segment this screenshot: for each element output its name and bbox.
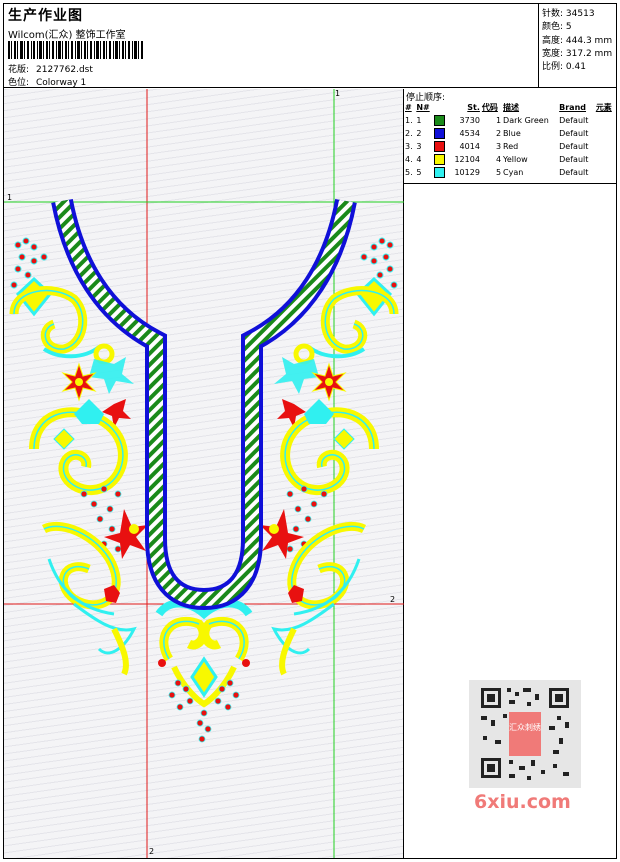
table-row: 3. 3 4014 3 Red Default [405,141,589,152]
table-header-row: # N# St. 代码 描述 Brand 元素 [405,103,612,112]
barcode [8,41,143,59]
embroidery-design [4,89,404,858]
left-motifs [9,237,148,676]
header-panel: 生产作业图 Wilcom(汇众) 整饰工作室 花版: 2127762.dst 色位… [4,4,539,88]
watermark-logo: 6xiu.com [474,791,571,813]
qr-logo-badge [509,712,541,756]
table-row: 2. 2 4534 2 Blue Default [405,128,589,139]
right-motifs [260,237,399,676]
design-file-row: 花版: 2127762.dst [8,65,93,75]
thread-table: # N# St. 代码 描述 Brand 元素 1. 1 3730 1 Dark Gre… [404,101,616,179]
color-swatch [434,141,446,152]
marker-h2-label: 2 [390,595,396,604]
design-file: 2127762.dst [36,65,93,75]
color-swatch [434,154,446,165]
color-swatch [434,128,446,139]
neckline [51,198,357,611]
stat-width: 宽度: 317.2 mm [542,49,613,59]
design-canvas: 1 1 2 2 [4,89,404,858]
colorway: Colorway 1 [36,78,87,88]
svg-text:汇众刺绣: 汇众刺绣 [509,722,541,732]
page-title: 生产作业图 [8,8,83,24]
bottom-motif [155,599,253,743]
stat-scale: 比例: 0.41 [542,62,586,72]
marker-h1-label: 1 [7,193,13,202]
table-divider [404,183,616,184]
colorway-row: 色位: Colorway 1 [8,78,87,88]
table-row: 4. 4 12104 4 Yellow Default [405,154,589,165]
marker-v1-label: 1 [335,89,341,98]
color-swatch [434,167,446,178]
company-name: Wilcom(汇众) 整饰工作室 [8,30,126,41]
qr-code: 汇众刺绣 [469,680,581,788]
stat-colors: 颜色: 5 [542,22,572,32]
stat-height: 高度: 444.3 mm [542,36,613,46]
color-swatch [434,115,446,126]
table-row: 1. 1 3730 1 Dark Green Default [405,115,589,126]
table-row: 5. 5 10129 5 Cyan Default [405,167,589,178]
stats-panel: 针数: 34513 颜色: 5 高度: 444.3 mm 宽度: 317.2 m… [539,4,616,88]
stat-stitches: 针数: 34513 [542,9,595,19]
marker-v2-label: 2 [149,847,155,856]
